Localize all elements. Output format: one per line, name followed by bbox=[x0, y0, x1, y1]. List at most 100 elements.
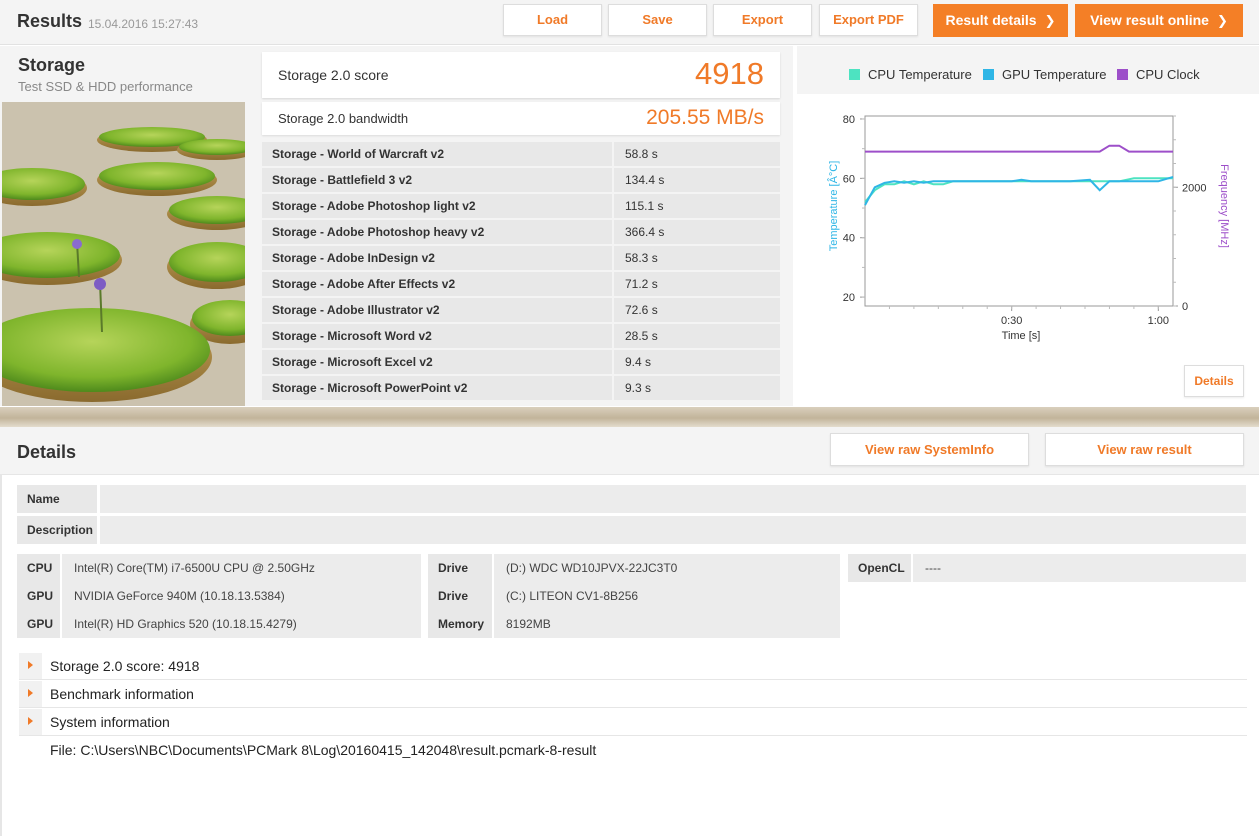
x-tick-label: 0:30 bbox=[1001, 315, 1022, 327]
test-name: Storage - Adobe InDesign v2 bbox=[262, 246, 612, 270]
export-pdf-button[interactable]: Export PDF bbox=[819, 4, 918, 36]
y-right-tick-label: 0 bbox=[1182, 301, 1188, 313]
expand-arrow-icon[interactable] bbox=[19, 653, 42, 679]
legend-label: GPU Temperature bbox=[1002, 67, 1107, 82]
expander-label: Benchmark information bbox=[50, 686, 194, 702]
y-left-tick-label: 20 bbox=[843, 292, 855, 304]
name-value[interactable] bbox=[100, 485, 1246, 513]
y-left-tick-label: 80 bbox=[843, 114, 855, 126]
expand-arrow-icon[interactable] bbox=[19, 681, 42, 707]
sysinfo-row: Drive (D:) WDC WD10JPVX-22JC3T0 bbox=[428, 554, 840, 582]
table-row: Storage - Adobe Illustrator v2 72.6 s bbox=[262, 298, 780, 322]
sysinfo-row: CPU Intel(R) Core(TM) i7-6500U CPU @ 2.5… bbox=[17, 554, 421, 582]
test-value: 9.3 s bbox=[614, 376, 780, 400]
lily-pad-picture bbox=[2, 102, 245, 406]
monitoring-chart-panel: CPU Temperature GPU Temperature CPU Cloc… bbox=[797, 46, 1259, 406]
y-left-axis-label: Temperature [Â°C] bbox=[827, 161, 840, 252]
decorative-divider bbox=[0, 407, 1259, 427]
result-details-label: Result details bbox=[945, 12, 1037, 28]
test-value: 134.4 s bbox=[614, 168, 780, 192]
expander-label: System information bbox=[50, 714, 170, 730]
view-result-online-button[interactable]: View result online ❯ bbox=[1075, 4, 1243, 37]
legend-label: CPU Clock bbox=[1136, 67, 1200, 82]
sysinfo-key: Drive bbox=[428, 554, 492, 582]
description-value[interactable] bbox=[100, 516, 1246, 544]
chevron-right-icon: ❯ bbox=[1044, 13, 1056, 28]
test-value: 28.5 s bbox=[614, 324, 780, 348]
sysinfo-value: Intel(R) Core(TM) i7-6500U CPU @ 2.50GHz bbox=[62, 554, 421, 582]
expander-score[interactable]: Storage 2.0 score: 4918 bbox=[19, 653, 1247, 680]
sysinfo-value: NVIDIA GeForce 940M (10.18.13.5384) bbox=[62, 582, 421, 610]
test-value: 72.6 s bbox=[614, 298, 780, 322]
sysinfo-value: (C:) LITEON CV1-8B256 bbox=[494, 582, 840, 610]
sysinfo-row: Drive (C:) LITEON CV1-8B256 bbox=[428, 582, 840, 610]
test-value: 9.4 s bbox=[614, 350, 780, 374]
chart-area: 80 60 40 20 2000 0 0:30 1:00 Time [s] Temperature… bbox=[797, 94, 1259, 406]
chevron-right-icon: ❯ bbox=[1216, 13, 1228, 28]
sysinfo-key: GPU bbox=[17, 610, 60, 638]
legend-swatch bbox=[983, 69, 994, 80]
details-body: Name Description CPU Intel(R) Core(TM) i… bbox=[0, 475, 1259, 836]
sysinfo-value: 8192MB bbox=[494, 610, 840, 638]
table-row: Storage - Microsoft Word v2 28.5 s bbox=[262, 324, 780, 348]
test-name: Storage - Adobe Illustrator v2 bbox=[262, 298, 612, 322]
description-label: Description bbox=[17, 516, 97, 544]
table-row: Storage - Microsoft Excel v2 9.4 s bbox=[262, 350, 780, 374]
test-value: 71.2 s bbox=[614, 272, 780, 296]
score-label: Storage 2.0 score bbox=[278, 67, 389, 83]
y-right-axis-label: Frequency [MHz] bbox=[1218, 164, 1230, 248]
score-panel: Storage 2.0 score 4918 Storage 2.0 bandw… bbox=[245, 46, 793, 406]
expander-benchmark-information[interactable]: Benchmark information bbox=[19, 681, 1247, 708]
sysinfo-row: Memory 8192MB bbox=[428, 610, 840, 638]
name-label: Name bbox=[17, 485, 97, 513]
test-name: Storage - Microsoft Word v2 bbox=[262, 324, 612, 348]
details-title: Details bbox=[17, 442, 77, 462]
table-row: Storage - Adobe Photoshop heavy v2 366.4 … bbox=[262, 220, 780, 244]
score-summary: Storage 2.0 score 4918 bbox=[262, 52, 780, 98]
bandwidth-label: Storage 2.0 bandwidth bbox=[278, 111, 409, 126]
legend-item-gpu-temperature[interactable]: GPU Temperature bbox=[983, 67, 1107, 82]
sysinfo-value: (D:) WDC WD10JPVX-22JC3T0 bbox=[494, 554, 840, 582]
chart-details-button[interactable]: Details bbox=[1184, 365, 1244, 397]
legend-item-cpu-temperature[interactable]: CPU Temperature bbox=[849, 67, 972, 82]
legend-swatch bbox=[1117, 69, 1128, 80]
page-title: Results bbox=[17, 11, 83, 31]
series-line-cpu-clock bbox=[865, 144, 1173, 153]
view-raw-result-button[interactable]: View raw result bbox=[1045, 433, 1244, 466]
test-name: Storage - Adobe After Effects v2 bbox=[262, 272, 612, 296]
test-value: 115.1 s bbox=[614, 194, 780, 218]
sysinfo-key: CPU bbox=[17, 554, 60, 582]
test-name: Storage - Adobe Photoshop heavy v2 bbox=[262, 220, 612, 244]
expander-system-information[interactable]: System information bbox=[19, 709, 1247, 736]
table-row: Storage - Adobe InDesign v2 58.3 s bbox=[262, 246, 780, 270]
bandwidth-value: 205.55 MB/s bbox=[646, 106, 764, 129]
score-value: 4918 bbox=[695, 56, 764, 91]
save-button[interactable]: Save bbox=[608, 4, 707, 36]
expand-arrow-icon[interactable] bbox=[19, 709, 42, 735]
bandwidth-summary: Storage 2.0 bandwidth 205.55 MB/s bbox=[262, 102, 780, 135]
view-result-online-label: View result online bbox=[1090, 12, 1209, 28]
result-details-button[interactable]: Result details ❯ bbox=[933, 4, 1068, 37]
results-header: Results 15.04.2016 15:27:43 Load Save Ex… bbox=[0, 0, 1259, 45]
plot-frame bbox=[864, 115, 1174, 307]
test-name: Storage - Microsoft Excel v2 bbox=[262, 350, 612, 374]
y-left-tick-label: 40 bbox=[843, 233, 855, 245]
legend-item-cpu-clock[interactable]: CPU Clock bbox=[1117, 67, 1200, 82]
series-line-gpu-temperature bbox=[864, 175, 1174, 206]
sysinfo-value: Intel(R) HD Graphics 520 (10.18.15.4279) bbox=[62, 610, 421, 638]
y-right-tick-label: 2000 bbox=[1182, 182, 1206, 194]
export-button[interactable]: Export bbox=[713, 4, 812, 36]
test-name: Storage - World of Warcraft v2 bbox=[262, 142, 612, 166]
result-file-path: File: C:\Users\NBC\Documents\PCMark 8\Lo… bbox=[50, 742, 597, 758]
name-row: Name bbox=[17, 485, 1246, 513]
sysinfo-key: Drive bbox=[428, 582, 492, 610]
benchmark-subtitle: Test SSD & HDD performance bbox=[18, 79, 193, 94]
view-raw-systeminfo-button[interactable]: View raw SystemInfo bbox=[830, 433, 1029, 466]
table-row: Storage - Battlefield 3 v2 134.4 s bbox=[262, 168, 780, 192]
table-row: Storage - Microsoft PowerPoint v2 9.3 s bbox=[262, 376, 780, 400]
benchmark-name: Storage bbox=[18, 55, 86, 75]
test-value: 366.4 s bbox=[614, 220, 780, 244]
test-value: 58.8 s bbox=[614, 142, 780, 166]
expander-label: Storage 2.0 score: 4918 bbox=[50, 658, 200, 674]
load-button[interactable]: Load bbox=[503, 4, 602, 36]
